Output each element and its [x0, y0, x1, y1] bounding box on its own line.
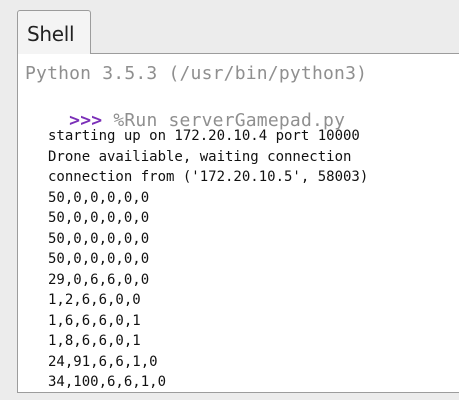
output-line: 50,0,0,0,0,0 [48, 210, 150, 226]
output-line: 50,0,0,0,0,0 [48, 230, 150, 247]
output-line: 50,0,0,0,0,0 [48, 189, 150, 206]
output-line: connection from ('172.20.10.5', 58003) [48, 169, 369, 185]
output-line: starting up on 172.20.10.4 port 10000 [48, 128, 360, 144]
shell-panel[interactable]: Python 3.5.3 (/usr/bin/python3) >>> %Run… [17, 53, 459, 393]
output-line: 1,6,6,6,0,1 [48, 312, 141, 329]
tab-shell[interactable]: Shell [17, 10, 91, 54]
output-line: 1,8,6,6,0,1 [48, 333, 141, 349]
output-line: 34,100,6,6,1,0 [48, 374, 167, 390]
python-version-banner: Python 3.5.3 (/usr/bin/python3) [25, 63, 368, 84]
output-line: 50,0,0,0,0,0 [48, 251, 150, 267]
output-line: Drone availiable, waiting connection [48, 148, 352, 165]
shell-output: starting up on 172.20.10.4 port 10000 Dro… [48, 126, 368, 393]
output-line: 1,2,6,6,0,0 [48, 292, 141, 308]
tab-shell-label: Shell [27, 22, 75, 46]
output-line: 24,91,6,6,1,0 [48, 353, 158, 370]
output-line: 29,0,6,6,0,0 [48, 271, 150, 288]
